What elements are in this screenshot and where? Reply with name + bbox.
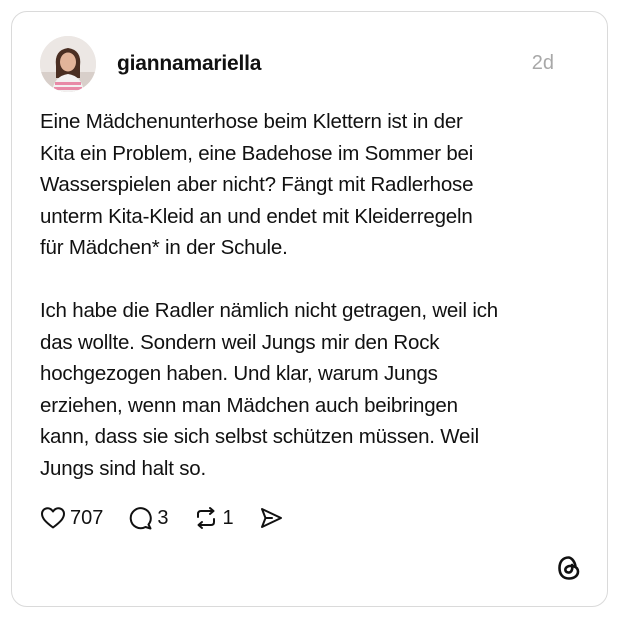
like-button[interactable]: 707 xyxy=(40,506,103,530)
repost-count: 1 xyxy=(222,506,234,529)
post-paragraph: Eine Mädchenunterhose beim Klettern ist … xyxy=(40,110,474,259)
action-bar: 707 3 1 xyxy=(40,504,308,532)
threads-logo-icon[interactable] xyxy=(555,554,583,582)
post-text: Eine Mädchenunterhose beim Klettern ist … xyxy=(40,106,575,484)
reply-button[interactable]: 3 xyxy=(127,505,169,531)
speech-bubble-icon xyxy=(130,507,153,530)
avatar[interactable] xyxy=(40,36,96,92)
repost-button[interactable]: 1 xyxy=(193,505,234,531)
send-icon xyxy=(260,508,282,528)
post-paragraph: Ich habe die Radler nämlich nicht getrag… xyxy=(40,299,498,480)
username[interactable]: giannamariella xyxy=(117,52,261,76)
post-time: 2d xyxy=(531,52,554,74)
share-button[interactable] xyxy=(258,505,284,531)
like-count: 707 xyxy=(70,506,104,529)
heart-icon xyxy=(41,507,65,529)
repost-icon xyxy=(196,507,215,529)
reply-count: 3 xyxy=(157,506,169,529)
